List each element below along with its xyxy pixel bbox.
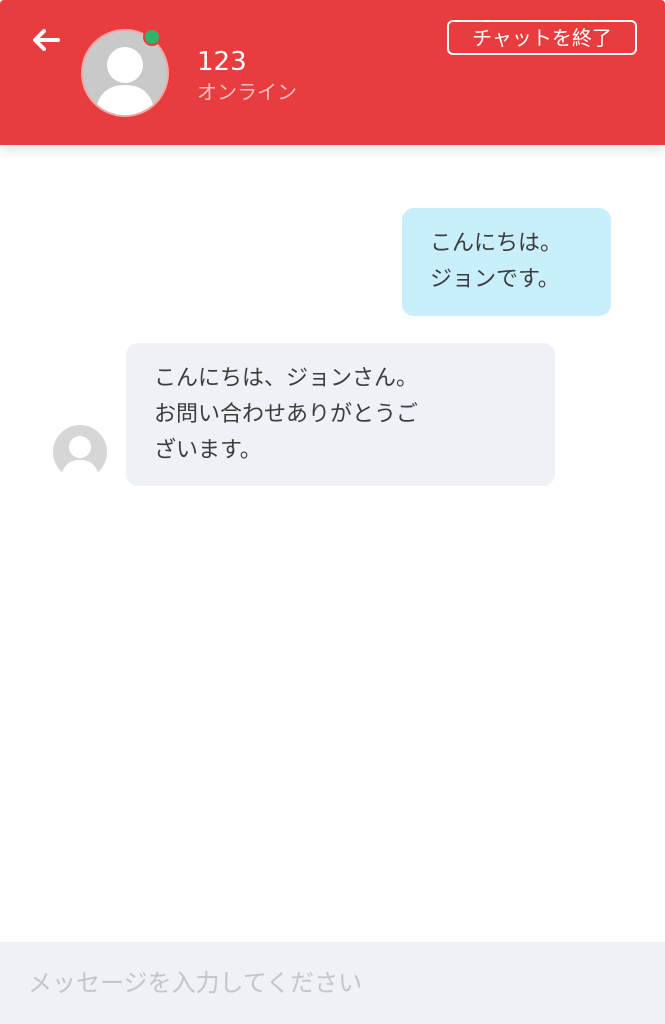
contact-status: オンライン [197,80,297,104]
message-text-line: こんにちは、ジョンさん。 [154,366,419,391]
message-composer [0,942,665,1024]
message-text-line: ジョンです。 [430,267,560,292]
incoming-message-bubble: こんにちは、ジョンさん。 お問い合わせありがとうご ざいます。 [126,343,555,486]
online-status-dot [143,28,161,46]
message-text-line: お問い合わせありがとうご [154,402,419,427]
back-button[interactable] [26,22,66,58]
outgoing-message-bubble: こんにちは。 ジョンです。 [402,208,611,316]
agent-avatar [53,425,107,479]
contact-name: 123 [197,47,247,77]
message-text-line: こんにちは。 [430,231,563,256]
arrow-left-icon [33,29,60,51]
chat-header: 123 オンライン チャットを終了 [0,0,665,145]
message-text-line: ざいます。 [154,438,262,463]
message-input[interactable] [0,942,665,1024]
end-chat-button[interactable]: チャットを終了 [447,20,637,55]
user-avatar-icon [61,436,99,479]
